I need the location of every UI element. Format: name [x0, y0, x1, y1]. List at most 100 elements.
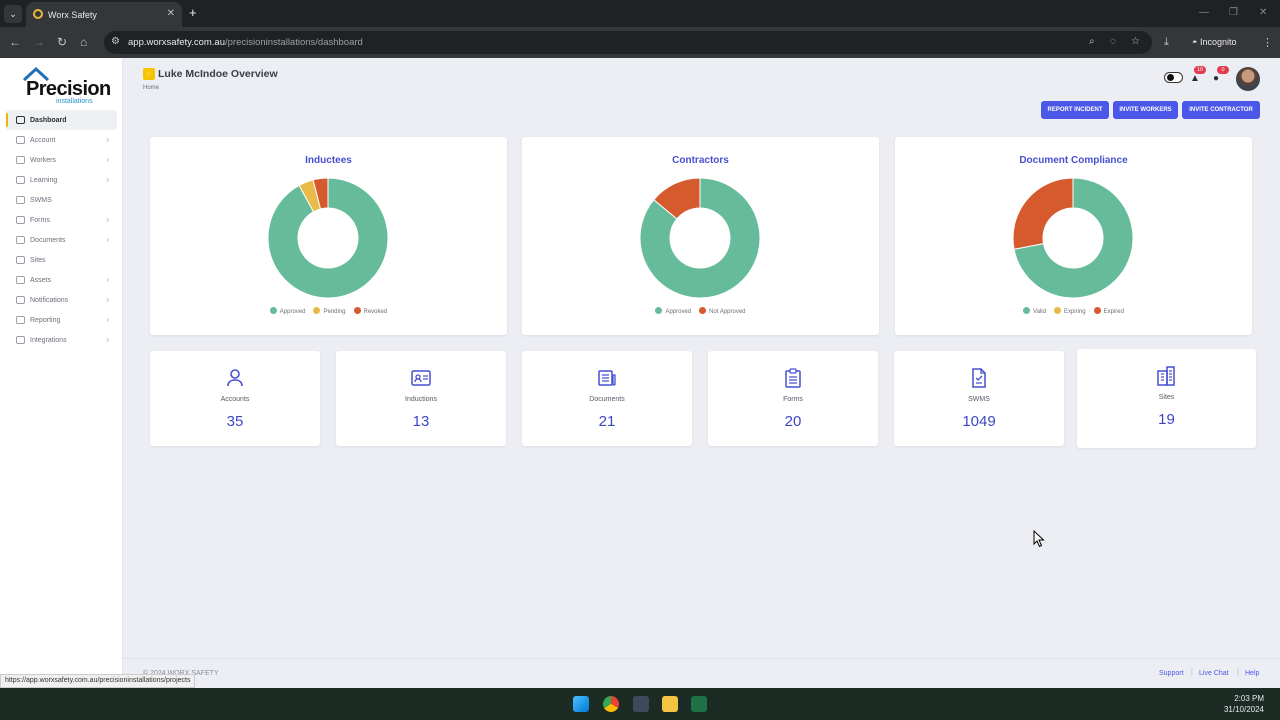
reload-icon[interactable]: ↻	[57, 35, 67, 49]
sidebar-item-assets[interactable]: Assets ›	[6, 270, 117, 290]
legend-item-expiring[interactable]: Expiring	[1053, 307, 1086, 315]
sidebar-item-documents[interactable]: Documents ›	[6, 230, 117, 250]
chevron-right-icon: ›	[106, 215, 109, 224]
document-compliance-donut-chart[interactable]	[1012, 177, 1134, 299]
swms-stat-card[interactable]: SWMS 1049	[894, 351, 1064, 446]
legend-item-valid[interactable]: Valid	[1023, 307, 1046, 315]
stat-label: Inductions	[405, 396, 437, 403]
assets-icon	[16, 276, 25, 284]
home-icon[interactable]: ⌂	[80, 35, 87, 49]
chart-title: Document Compliance	[1019, 155, 1128, 166]
legend-item-approved[interactable]: Approved	[269, 307, 306, 315]
restore-icon[interactable]: ❐	[1229, 7, 1238, 18]
support-link[interactable]: Support	[1159, 670, 1184, 677]
learning-icon	[16, 176, 25, 184]
invite-workers-button[interactable]: INVITE WORKERS	[1113, 101, 1178, 119]
legend-dot	[699, 307, 707, 314]
workers-icon	[16, 156, 25, 164]
stat-label: Accounts	[220, 396, 250, 403]
legend-item-not-approved[interactable]: Not Approved	[699, 307, 746, 315]
avatar[interactable]	[1236, 67, 1260, 91]
chevron-right-icon: ›	[106, 295, 109, 304]
sites-stat-card[interactable]: Sites 19	[1077, 349, 1256, 448]
report-incident-button[interactable]: REPORT INCIDENT	[1041, 101, 1109, 119]
theme-toggle[interactable]	[1164, 72, 1183, 83]
legend-item-revoked[interactable]: Revoked	[353, 307, 387, 315]
legend-label: Approved	[279, 309, 306, 315]
legend-dot	[353, 307, 361, 314]
inductees-donut-chart[interactable]	[267, 177, 389, 299]
system-clock[interactable]: 2:03 PM 31/10/2024	[1224, 693, 1264, 715]
back-icon[interactable]: ←	[9, 35, 21, 49]
close-window-icon[interactable]: ✕	[1259, 7, 1267, 18]
live-chat-link[interactable]: Live Chat	[1199, 670, 1229, 677]
mouse-cursor-icon	[1033, 530, 1045, 548]
bell-icon[interactable]: ●	[1213, 73, 1219, 84]
sidebar-item-reporting[interactable]: Reporting ›	[6, 310, 117, 330]
swms-icon	[16, 196, 25, 204]
stat-label: Forms	[783, 396, 803, 403]
invite-contractor-button[interactable]: INVITE CONTRACTOR	[1182, 101, 1260, 119]
notifications-badge: 0	[1217, 66, 1229, 74]
incognito-label: Incognito	[1199, 37, 1237, 47]
document-compliance-legend: Valid Expiring Expired	[895, 307, 1252, 315]
documents-stat-card[interactable]: Documents 21	[522, 351, 692, 446]
contractors-donut-chart[interactable]	[639, 177, 761, 299]
tab-search-icon[interactable]: ⌄	[4, 5, 22, 23]
sidebar-item-sites[interactable]: Sites	[6, 250, 117, 270]
eye-off-icon[interactable]: ◌	[1110, 36, 1116, 47]
site-info-icon[interactable]: ⚙	[111, 36, 120, 47]
excel-icon[interactable]	[691, 696, 707, 712]
browser-menu-icon[interactable]: ⋮	[1262, 36, 1273, 49]
download-icon[interactable]: ⤓	[1164, 36, 1169, 49]
stat-value: 1049	[962, 413, 996, 430]
legend-item-pending[interactable]: Pending	[313, 307, 346, 315]
favicon-icon	[33, 9, 43, 19]
browser-tab[interactable]: Worx Safety ✕	[26, 2, 182, 27]
company-logo[interactable]: Precision installations	[22, 66, 111, 105]
chrome-icon[interactable]	[603, 696, 619, 712]
forward-icon[interactable]: →	[33, 35, 45, 49]
file-explorer-icon[interactable]	[662, 696, 678, 712]
zoom-search-icon[interactable]: ⌕	[1089, 36, 1095, 47]
calculator-icon[interactable]	[633, 696, 649, 712]
windows-start-icon[interactable]	[573, 696, 589, 712]
bookmark-star-icon[interactable]: ☆	[1131, 36, 1140, 47]
forms-stat-card[interactable]: Forms 20	[708, 351, 878, 446]
sidebar-item-forms[interactable]: Forms ›	[6, 210, 117, 230]
legend-item-approved[interactable]: Approved	[655, 307, 691, 315]
sidebar-item-account[interactable]: Account ›	[6, 130, 117, 150]
legend-dot	[655, 307, 663, 314]
clock-date: 31/10/2024	[1223, 705, 1264, 714]
sidebar-item-workers[interactable]: Workers ›	[6, 150, 117, 170]
minimize-icon[interactable]: —	[1199, 7, 1209, 18]
os-taskbar: 2:03 PM 31/10/2024	[0, 688, 1280, 720]
sidebar-item-notifications[interactable]: Notifications ›	[6, 290, 117, 310]
stat-value: 35	[226, 413, 244, 430]
incognito-badge[interactable]: ◓ Incognito	[1186, 32, 1250, 52]
accounts-stat-card[interactable]: Accounts 35	[150, 351, 320, 446]
tab-title: Worx Safety	[48, 10, 97, 20]
breadcrumb[interactable]: Home	[143, 85, 159, 91]
stat-value: 19	[1158, 411, 1175, 428]
footer-separator: |	[1191, 669, 1193, 676]
reporting-icon	[16, 316, 25, 324]
sidebar-item-integrations[interactable]: Integrations ›	[6, 330, 117, 350]
tab-close-icon[interactable]: ✕	[167, 8, 175, 19]
page-viewport: Precision installations Dashboard Accoun…	[0, 58, 1280, 688]
status-url-bubble: https://app.worxsafety.com.au/precisioni…	[0, 674, 196, 688]
legend-item-expired[interactable]: Expired	[1093, 307, 1124, 315]
warning-icon[interactable]: ▲	[1190, 73, 1200, 84]
account-icon	[16, 136, 25, 144]
incognito-icon: ◓	[1192, 37, 1200, 47]
inductions-stat-card[interactable]: Inductions 13	[336, 351, 506, 446]
sidebar-item-swms[interactable]: SWMS	[6, 190, 117, 210]
sidebar-item-dashboard[interactable]: Dashboard	[6, 110, 117, 130]
sidebar-item-learning[interactable]: Learning ›	[6, 170, 117, 190]
new-tab-button[interactable]: +	[189, 5, 197, 20]
address-bar[interactable]: ⚙ app.worxsafety.com.au/precisioninstall…	[104, 31, 1152, 54]
help-link[interactable]: Help	[1245, 670, 1259, 677]
page-footer: © 2024 WORX SAFETY Support | Live Chat |…	[123, 658, 1280, 688]
expired-slice[interactable]	[1012, 177, 1074, 250]
stat-value: 21	[598, 413, 616, 430]
